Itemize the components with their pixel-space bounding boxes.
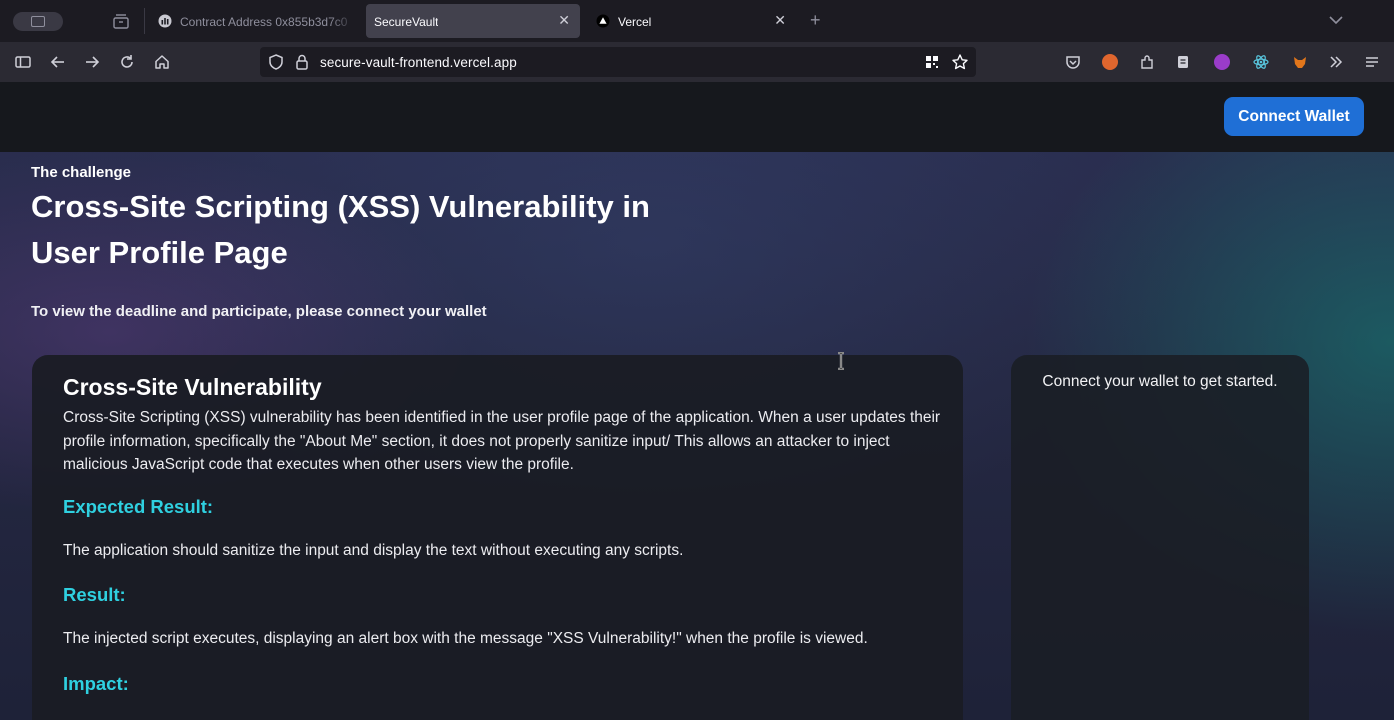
tab-list-icon[interactable] (112, 12, 130, 30)
extension-purple-icon[interactable] (1214, 54, 1230, 70)
tab-divider (144, 8, 145, 34)
sidebar-toggle-button[interactable] (13, 12, 63, 31)
result-heading: Result: (63, 584, 126, 605)
navigation-toolbar: secure-vault-frontend.vercel.app (0, 42, 1394, 82)
tab-label: Contract Address 0x855b3d7c0 (180, 15, 348, 29)
new-tab-icon[interactable]: + (810, 11, 821, 29)
metamask-fox-icon[interactable] (1290, 52, 1310, 72)
home-icon[interactable] (152, 52, 172, 72)
connect-wallet-button[interactable]: Connect Wallet (1224, 97, 1364, 136)
close-tab-icon[interactable]: ✕ (558, 13, 570, 27)
pocket-icon[interactable] (1063, 52, 1083, 72)
extensions-puzzle-icon[interactable] (1137, 52, 1157, 72)
react-devtools-icon[interactable] (1251, 52, 1271, 72)
notes-icon[interactable] (1173, 52, 1193, 72)
connect-prompt: To view the deadline and participate, pl… (31, 303, 487, 320)
expected-result-text: The application should sanitize the inpu… (63, 542, 684, 559)
sidebar-icon (31, 16, 45, 27)
sidebar-icon[interactable] (13, 52, 33, 72)
tab-securevault[interactable]: SecureVault ✕ (366, 4, 580, 38)
app-menu-icon[interactable] (1362, 52, 1382, 72)
tab-contract-address[interactable]: Contract Address 0x855b3d7c0 (148, 4, 356, 38)
text-cursor-icon (838, 352, 844, 370)
card-heading: Cross-Site Vulnerability (63, 374, 322, 400)
tab-label: SecureVault (374, 15, 439, 29)
impact-heading: Impact: (63, 673, 129, 694)
address-bar[interactable]: secure-vault-frontend.vercel.app (260, 47, 976, 77)
lock-icon[interactable] (292, 52, 312, 72)
chevron-down-icon[interactable] (1328, 14, 1344, 26)
wallet-status-message: Connect your wallet to get started. (1042, 373, 1278, 390)
url-text: secure-vault-frontend.vercel.app (320, 55, 517, 70)
back-arrow-icon[interactable] (48, 52, 68, 72)
contract-favicon-icon (158, 14, 172, 28)
tab-strip: Contract Address 0x855b3d7c0 SecureVault… (0, 0, 1394, 42)
extension-orange-icon[interactable] (1102, 54, 1118, 70)
bookmark-star-icon[interactable] (950, 52, 970, 72)
result-text: The injected script executes, displaying… (63, 630, 868, 647)
chevron-double-right-icon[interactable] (1326, 52, 1346, 72)
page-title: Cross-Site Scripting (XSS) Vulnerability… (31, 189, 650, 270)
site-header: Connect Wallet (0, 82, 1394, 152)
page-content: Connect Wallet The challenge Cross-Site … (0, 82, 1394, 720)
expected-result-heading: Expected Result: (63, 496, 214, 517)
tab-label: Vercel (618, 15, 652, 29)
reload-icon[interactable] (117, 52, 137, 72)
shield-icon[interactable] (266, 52, 286, 72)
qr-code-icon[interactable] (922, 52, 942, 72)
wallet-status-panel: Connect your wallet to get started. (1011, 355, 1309, 720)
challenge-eyebrow: The challenge (31, 164, 132, 181)
tab-vercel[interactable]: Vercel ✕ (586, 4, 796, 38)
vulnerability-description: Cross-Site Scripting (XSS) vulnerability… (63, 409, 941, 473)
challenge-details-card: Cross-Site Vulnerability Cross-Site Scri… (32, 355, 963, 720)
close-tab-icon[interactable]: ✕ (774, 13, 786, 27)
forward-arrow-icon[interactable] (82, 52, 102, 72)
vercel-favicon-icon (596, 14, 610, 28)
